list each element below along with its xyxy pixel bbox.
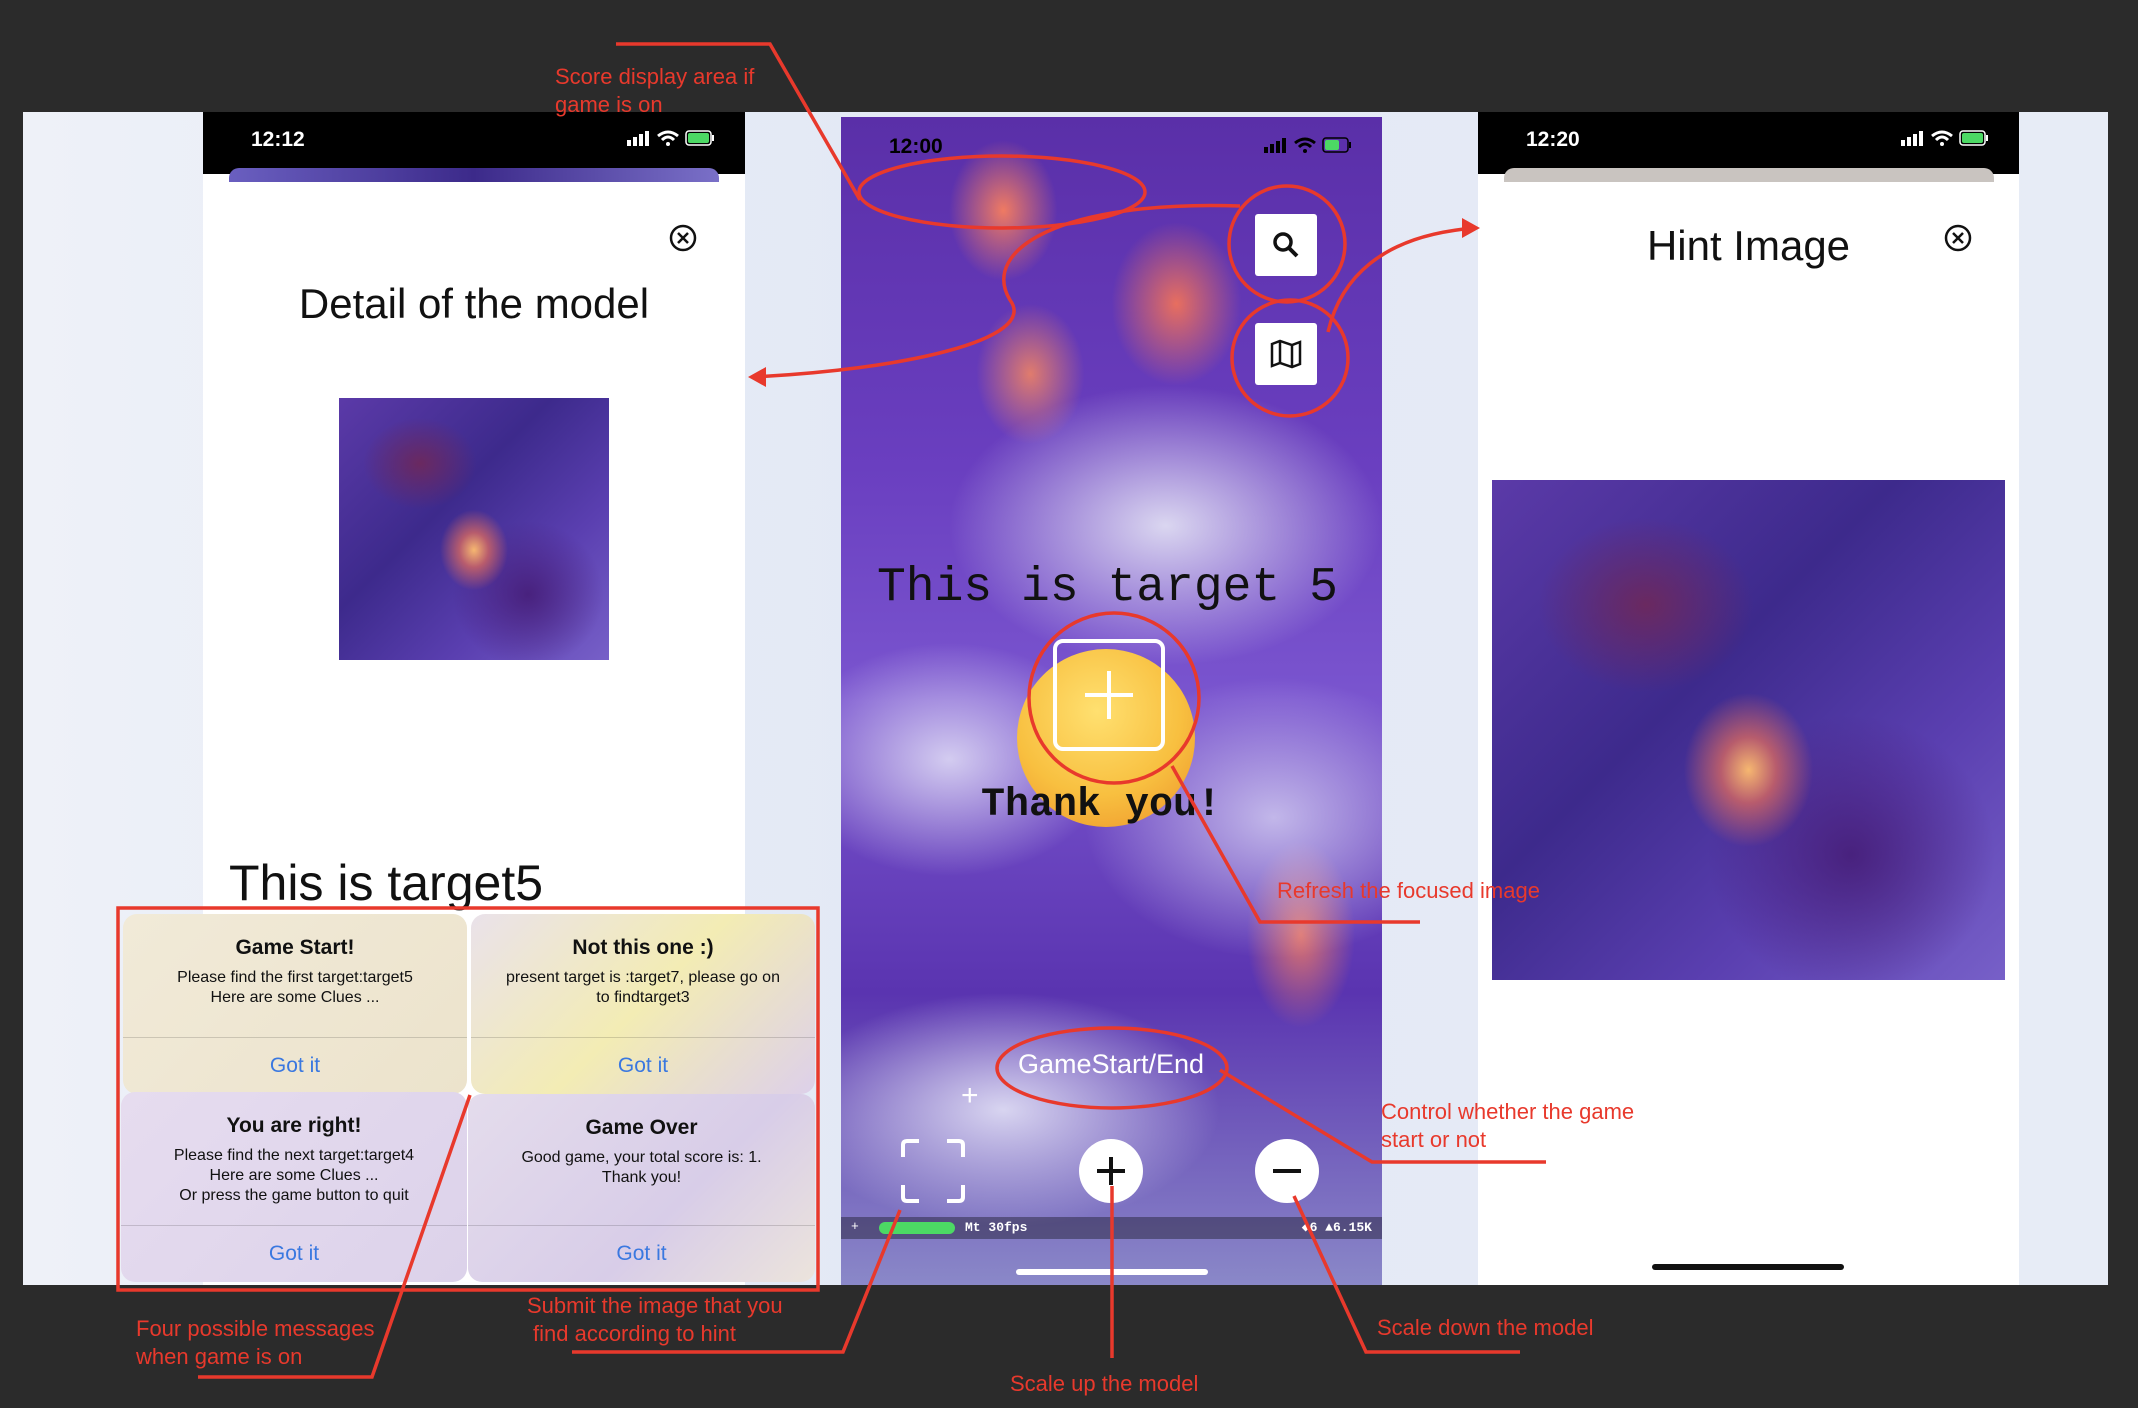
annotation-game-control: Control whether the game start or not bbox=[1381, 1099, 1635, 1152]
annotation-four-messages: Four possible messages when game is on bbox=[136, 1316, 375, 1369]
annotation-submit: Submit the image that you find according… bbox=[527, 1293, 783, 1346]
annotation-scale-up: Scale up the model bbox=[1010, 1371, 1199, 1396]
annotation-refresh: Refresh the focused image bbox=[1277, 878, 1540, 903]
annotation-score-area: Score display area if game is on bbox=[555, 64, 755, 117]
annotation-overlay bbox=[116, 42, 1546, 1379]
annotation-scale-down: Scale down the model bbox=[1377, 1315, 1594, 1340]
